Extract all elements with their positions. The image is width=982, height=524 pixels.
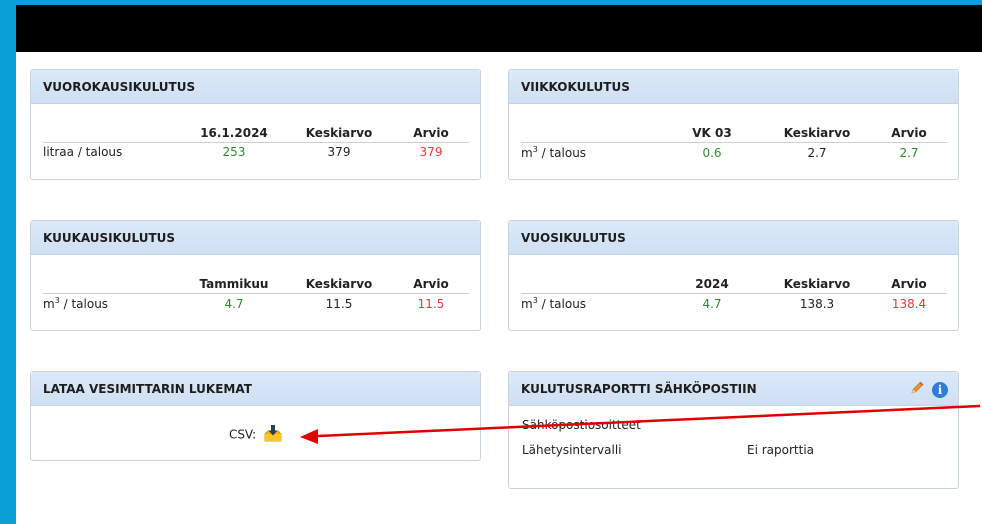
header-estimate: Arvio xyxy=(871,126,947,143)
value-average: 11.5 xyxy=(325,296,353,311)
header-estimate: Arvio xyxy=(393,277,469,294)
email-report-card: KULUTUSRAPORTTI SÄHKÖPOSTIIN i Sähköpost… xyxy=(508,371,959,489)
table-row: m3 / talous 4.7 11.5 11.5 xyxy=(43,294,469,311)
email-report-title: KULUTUSRAPORTTI SÄHKÖPOSTIIN i xyxy=(509,372,958,406)
header-week: VK 03 xyxy=(661,126,763,143)
header-empty xyxy=(521,126,661,143)
header-empty xyxy=(43,277,183,294)
weekly-consumption-title: VIIKKOKULUTUS xyxy=(509,70,958,104)
csv-label: CSV: xyxy=(228,427,257,442)
value-estimate: 2.7 xyxy=(899,145,919,160)
weekly-consumption-table: VK 03 Keskiarvo Arvio m3 / talous 0.6 2.… xyxy=(521,126,947,160)
download-icon[interactable] xyxy=(264,424,282,445)
download-readings-title: LATAA VESIMITTARIN LUKEMAT xyxy=(31,372,480,406)
row-label: m3 / talous xyxy=(521,296,587,311)
monthly-consumption-title: KUUKAUSIKULUTUS xyxy=(31,221,480,255)
list-item: Sähköpostiosoitteet xyxy=(522,418,942,443)
value-current: 253 xyxy=(222,145,246,159)
daily-consumption-table: 16.1.2024 Keskiarvo Arvio litraa / talou… xyxy=(43,126,469,159)
row-label: litraa / talous xyxy=(43,145,123,159)
yearly-consumption-card: VUOSIKULUTUS 2024 Keskiarvo Arvio m3 / t… xyxy=(508,220,959,331)
header-average: Keskiarvo xyxy=(763,277,871,294)
table-row: m3 / talous 4.7 138.3 138.4 xyxy=(521,294,947,311)
monthly-consumption-card: KUUKAUSIKULUTUS Tammikuu Keskiarvo Arvio… xyxy=(30,220,481,331)
header-empty xyxy=(43,126,183,143)
header-month: Tammikuu xyxy=(183,277,285,294)
daily-consumption-card: VUOROKAUSIKULUTUS 16.1.2024 Keskiarvo Ar… xyxy=(30,69,481,180)
weekly-consumption-card: VIIKKOKULUTUS VK 03 Keskiarvo Arvio m3 /… xyxy=(508,69,959,180)
send-interval-value: Ei raporttia xyxy=(747,443,815,457)
value-current: 0.6 xyxy=(702,145,722,160)
pencil-icon[interactable] xyxy=(909,380,925,399)
table-row: litraa / talous 253 379 379 xyxy=(43,143,469,159)
header-average: Keskiarvo xyxy=(285,126,393,143)
value-average: 138.3 xyxy=(799,296,835,311)
page-frame: VUOROKAUSIKULUTUS 16.1.2024 Keskiarvo Ar… xyxy=(16,5,982,524)
header-year: 2024 xyxy=(661,277,763,294)
header-average: Keskiarvo xyxy=(763,126,871,143)
info-icon[interactable]: i xyxy=(932,381,948,398)
download-readings-card: LATAA VESIMITTARIN LUKEMAT CSV: xyxy=(30,371,481,461)
monthly-consumption-table: Tammikuu Keskiarvo Arvio m3 / talous 4.7… xyxy=(43,277,469,311)
top-bar xyxy=(16,5,982,52)
email-addresses-label: Sähköpostiosoitteet xyxy=(522,418,641,432)
value-current: 4.7 xyxy=(224,296,244,311)
header-date: 16.1.2024 xyxy=(183,126,285,143)
header-average: Keskiarvo xyxy=(285,277,393,294)
value-estimate: 138.4 xyxy=(891,296,927,311)
email-report-rows: Sähköpostiosoitteet Lähetysintervalli Ei… xyxy=(522,418,942,468)
daily-consumption-title: VUOROKAUSIKULUTUS xyxy=(31,70,480,104)
row-label: m3 / talous xyxy=(43,296,109,311)
header-estimate: Arvio xyxy=(393,126,469,143)
value-average: 2.7 xyxy=(807,145,827,160)
header-empty xyxy=(521,277,661,294)
header-estimate: Arvio xyxy=(871,277,947,294)
value-current: 4.7 xyxy=(702,296,722,311)
csv-download-row: CSV: xyxy=(31,424,480,445)
send-interval-label: Lähetysintervalli xyxy=(522,443,622,457)
value-estimate: 379 xyxy=(419,145,443,159)
email-report-actions: i xyxy=(906,380,948,399)
value-average: 379 xyxy=(327,145,351,159)
table-row: m3 / talous 0.6 2.7 2.7 xyxy=(521,143,947,160)
yearly-consumption-table: 2024 Keskiarvo Arvio m3 / talous 4.7 138… xyxy=(521,277,947,311)
list-item: Lähetysintervalli Ei raporttia xyxy=(522,443,942,468)
email-report-title-text: KULUTUSRAPORTTI SÄHKÖPOSTIIN xyxy=(521,382,757,396)
row-label: m3 / talous xyxy=(521,145,587,160)
yearly-consumption-title: VUOSIKULUTUS xyxy=(509,221,958,255)
value-estimate: 11.5 xyxy=(417,296,445,311)
